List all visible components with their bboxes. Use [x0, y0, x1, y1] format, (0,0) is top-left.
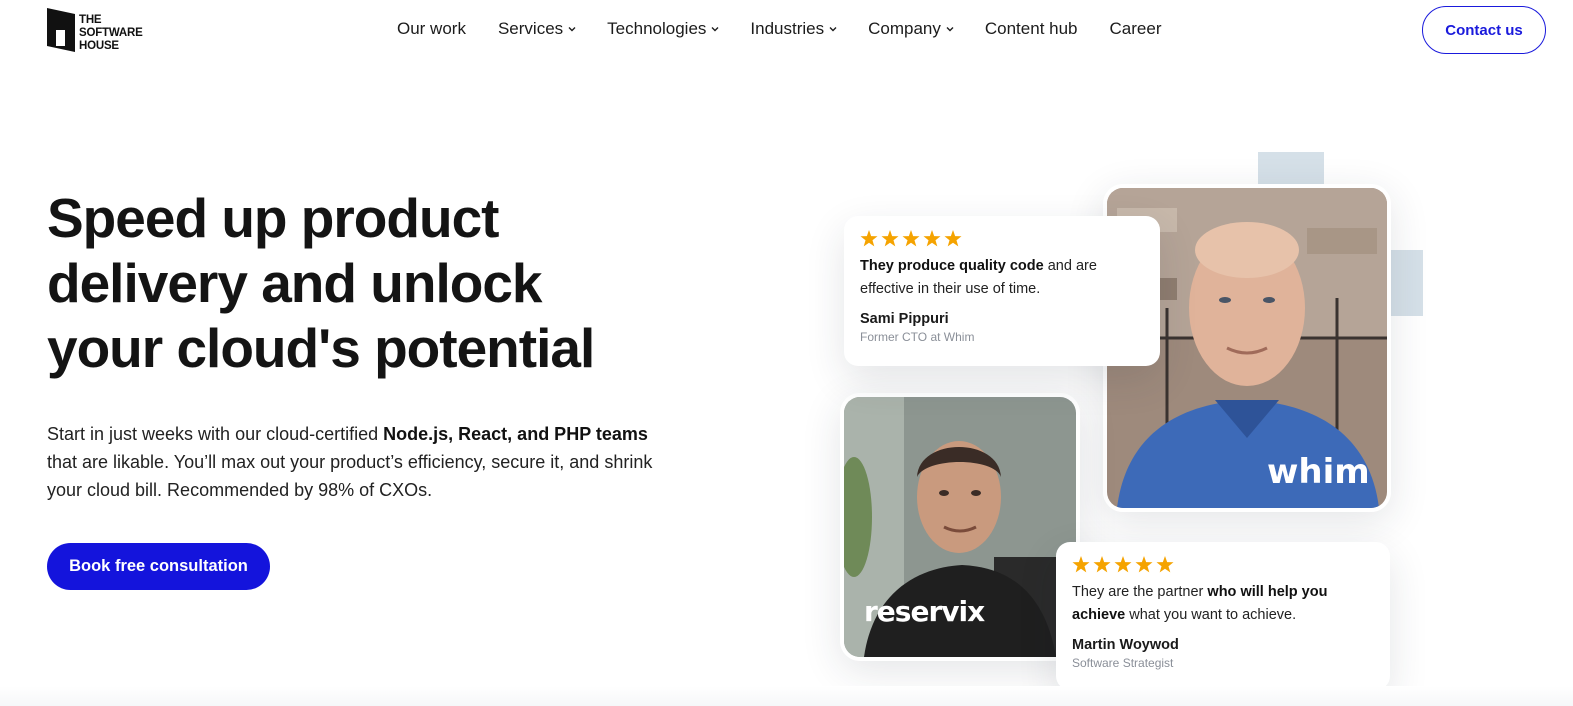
testimonial-photo-martin: reservix	[840, 393, 1080, 661]
nav-item-our-work[interactable]: Our work	[397, 19, 466, 39]
whim-brand-label: whim	[1267, 452, 1370, 492]
testimonial-card: They produce quality code and are effect…	[844, 216, 1160, 366]
testimonial-quote: They are the partner who will help you a…	[1072, 581, 1374, 627]
hero-title-line: Speed up product	[47, 187, 500, 249]
star-icon	[881, 230, 899, 247]
main-nav: Our work Services Technologies Industrie…	[397, 19, 1161, 39]
chevron-down-icon	[946, 27, 954, 32]
nav-item-label: Our work	[397, 19, 466, 38]
logo-line: SOFTWARE	[79, 27, 143, 39]
nav-item-career[interactable]: Career	[1110, 19, 1162, 39]
star-icon	[1093, 556, 1111, 573]
nav-item-label: Industries	[750, 19, 825, 38]
rating-stars	[860, 230, 1144, 247]
hero-title-line: your cloud's potential	[47, 317, 595, 379]
testimonial-author: Sami Pippuri	[860, 311, 949, 327]
logo[interactable]: THE SOFTWARE HOUSE	[47, 8, 147, 54]
star-icon	[923, 230, 941, 247]
chevron-down-icon	[829, 27, 837, 32]
nav-item-services[interactable]: Services	[498, 19, 577, 39]
hero-text-part: Start in just weeks with our cloud-certi…	[47, 424, 384, 444]
star-icon	[860, 230, 878, 247]
testimonial-quote: They produce quality code and are effect…	[860, 255, 1144, 301]
testimonial-role: Former CTO at Whim	[860, 330, 975, 344]
book-consultation-button[interactable]: Book free consultation	[47, 543, 270, 590]
star-icon	[1135, 556, 1153, 573]
hero-title: Speed up product delivery and unlock you…	[47, 186, 687, 381]
logo-line: THE	[79, 14, 102, 26]
nav-item-content-hub[interactable]: Content hub	[985, 19, 1078, 39]
hero-description: Start in just weeks with our cloud-certi…	[47, 420, 657, 504]
quote-highlight: They produce quality code	[860, 258, 1044, 274]
decorative-shape	[1388, 250, 1423, 316]
chevron-down-icon	[568, 27, 576, 32]
star-icon	[1072, 556, 1090, 573]
testimonial-card: They are the partner who will help you a…	[1056, 542, 1390, 690]
testimonial-author: Martin Woywod	[1072, 637, 1179, 653]
site-header: THE SOFTWARE HOUSE Our work Services Tec…	[0, 0, 1573, 62]
contact-us-button[interactable]: Contact us	[1422, 6, 1546, 54]
nav-item-label: Technologies	[607, 19, 707, 38]
quote-text: They are the partner	[1072, 584, 1208, 600]
logo-text: THE SOFTWARE HOUSE	[79, 14, 143, 53]
rating-stars	[1072, 556, 1374, 573]
quote-text: what you want to achieve.	[1125, 607, 1297, 623]
star-icon	[1114, 556, 1132, 573]
nav-item-company[interactable]: Company	[868, 19, 955, 39]
nav-item-technologies[interactable]: Technologies	[607, 19, 720, 39]
reservix-brand-label: reservix	[864, 595, 985, 628]
hero-text-part: that are likable. You’ll max out your pr…	[47, 452, 653, 500]
nav-item-label: Services	[497, 19, 564, 38]
house-logo-icon	[47, 8, 75, 52]
nav-item-industries[interactable]: Industries	[750, 19, 838, 39]
section-divider	[0, 686, 1573, 706]
star-icon	[902, 230, 920, 247]
star-icon	[944, 230, 962, 247]
hero-title-line: delivery and unlock	[47, 252, 543, 314]
star-icon	[1156, 556, 1174, 573]
hero-text-highlight: Node.js, React, and PHP teams	[383, 424, 648, 444]
nav-item-label: Content hub	[984, 19, 1078, 38]
nav-item-label: Career	[1109, 19, 1162, 38]
testimonial-role: Software Strategist	[1072, 656, 1174, 670]
logo-line: HOUSE	[79, 40, 119, 52]
nav-item-label: Company	[868, 19, 941, 38]
chevron-down-icon	[711, 27, 719, 32]
